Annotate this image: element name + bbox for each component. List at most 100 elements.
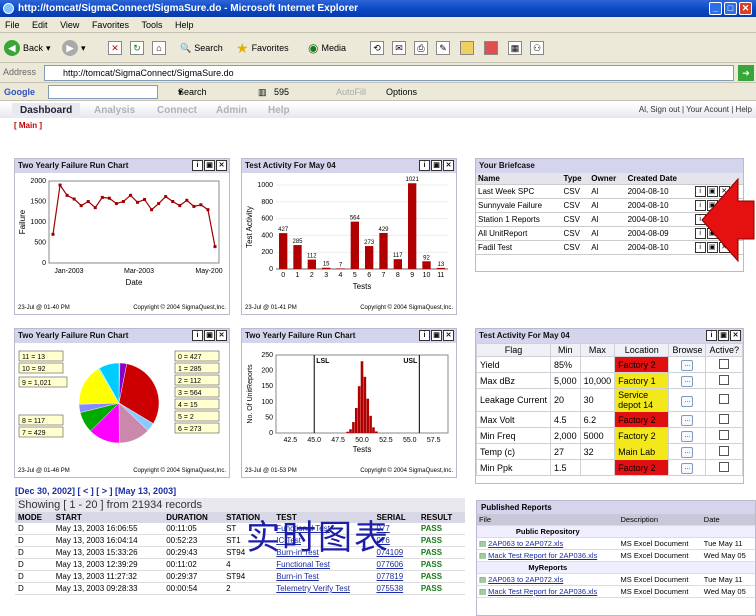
folder-button[interactable]: [460, 39, 474, 57]
google-search-input[interactable]: [48, 85, 158, 99]
slice-label: 5 = 2: [178, 414, 194, 421]
close-window-button[interactable]: ✕: [739, 2, 752, 15]
menu-favorites[interactable]: Favorites: [92, 20, 129, 30]
y-tick-label: 250: [261, 352, 273, 359]
edit-icon[interactable]: ▣: [204, 160, 215, 171]
report-description: MS Excel Document: [618, 549, 702, 562]
report-file-link[interactable]: Mack Test Report for 2AP036.xls: [488, 551, 597, 560]
serial-link[interactable]: 077819: [373, 570, 418, 583]
active-checkbox[interactable]: [719, 461, 730, 472]
info-icon[interactable]: i: [192, 330, 203, 341]
mail-button[interactable]: ✉: [392, 39, 406, 57]
serial-link[interactable]: 077606: [373, 558, 418, 571]
discuss-button[interactable]: ▦: [508, 39, 522, 57]
edit-icon[interactable]: ▣: [431, 330, 442, 341]
slice-label: 3 = 564: [178, 390, 202, 397]
excel-file-icon: ▤: [479, 587, 489, 596]
minimize-button[interactable]: _: [709, 2, 722, 15]
history-button[interactable]: ⟲: [370, 39, 384, 57]
menu-bar: File Edit View Favorites Tools Help: [0, 17, 756, 33]
active-checkbox[interactable]: [719, 358, 730, 369]
search-button[interactable]: 🔍 Search: [180, 39, 223, 57]
active-checkbox[interactable]: [719, 394, 730, 404]
report-file-link[interactable]: 2AP063 to 2AP072.xls: [488, 539, 563, 548]
data-point: [107, 196, 111, 200]
print-button[interactable]: ⎙: [414, 39, 428, 57]
test-link[interactable]: Telemetry Verify Test: [273, 582, 374, 595]
browse-button[interactable]: …: [681, 376, 694, 387]
flag-min: 5,000: [550, 372, 581, 389]
report-file-link[interactable]: Mack Test Report for 2AP036.xls: [488, 587, 597, 596]
data-point: [79, 204, 83, 208]
mail-icon: ✉: [392, 41, 406, 55]
browse-button[interactable]: …: [681, 463, 694, 474]
serial-link[interactable]: 075538: [373, 582, 418, 595]
report-row: ▤ Mack Test Report for 2AP036.xls MS Exce…: [477, 585, 755, 598]
active-checkbox[interactable]: [719, 445, 730, 456]
active-checkbox[interactable]: [719, 413, 730, 424]
data-point: [100, 195, 104, 199]
record-cell: 00:52:23: [163, 534, 224, 547]
test-link[interactable]: Burn-in Test: [273, 570, 374, 583]
browse-button[interactable]: …: [681, 431, 694, 442]
y-tick-label: 400: [261, 232, 273, 239]
tab-admin[interactable]: Admin: [208, 103, 255, 118]
record-cell: D: [15, 523, 53, 535]
user-links[interactable]: Al, Sign out | Your Acount | Help: [639, 105, 752, 114]
research-button[interactable]: ⚇: [530, 39, 544, 57]
edit-icon[interactable]: ▣: [718, 330, 729, 341]
close-icon[interactable]: ✕: [443, 160, 454, 171]
go-button[interactable]: ➜: [738, 65, 754, 81]
active-checkbox[interactable]: [719, 429, 730, 440]
y-tick-label: 200: [261, 368, 273, 375]
info-icon[interactable]: i: [706, 330, 717, 341]
browse-button[interactable]: …: [681, 447, 694, 458]
test-link[interactable]: Functional Test: [273, 558, 374, 571]
y-tick-label: 600: [261, 216, 273, 223]
back-button[interactable]: ◀ Back ▾: [4, 39, 51, 57]
menu-edit[interactable]: Edit: [32, 20, 48, 30]
forward-button[interactable]: ▶ ▾: [62, 39, 86, 57]
tab-connect[interactable]: Connect: [149, 103, 205, 118]
media-button[interactable]: ◉ Media: [308, 39, 346, 57]
info-icon[interactable]: i: [419, 160, 430, 171]
result-status: PASS: [417, 582, 465, 595]
record-cell: ST94: [223, 570, 274, 583]
edit-button[interactable]: ✎: [436, 39, 450, 57]
stop-button[interactable]: ✕: [108, 39, 122, 57]
menu-file[interactable]: File: [5, 20, 20, 30]
address-input[interactable]: http://tomcat/SigmaConnect/SigmaSure.do: [44, 65, 734, 81]
menu-view[interactable]: View: [60, 20, 79, 30]
browse-button[interactable]: …: [681, 395, 694, 407]
info-icon[interactable]: i: [419, 330, 430, 341]
menu-help[interactable]: Help: [175, 20, 194, 30]
maximize-button[interactable]: □: [724, 2, 737, 15]
close-icon[interactable]: ✕: [216, 160, 227, 171]
edit-icon[interactable]: ▣: [431, 160, 442, 171]
menu-tools[interactable]: Tools: [141, 20, 162, 30]
favorites-button[interactable]: ★ Favorites: [236, 39, 289, 57]
close-icon[interactable]: ✕: [216, 330, 227, 341]
overlay-caption: 实时图表: [246, 518, 390, 558]
refresh-button[interactable]: ↻: [130, 39, 144, 57]
browse-button[interactable]: …: [681, 360, 694, 371]
records-date-nav[interactable]: [Dec 30, 2002] [ < ] [ > ] [May 13, 2003…: [15, 486, 465, 496]
report-file-link[interactable]: 2AP063 to 2AP072.xls: [488, 575, 563, 584]
browse-button[interactable]: …: [681, 415, 694, 426]
briefcase-cell: 2004-08-10: [625, 198, 693, 213]
active-checkbox[interactable]: [719, 374, 730, 385]
tab-help[interactable]: Help: [260, 103, 298, 118]
search-web-button[interactable]: Search Web ▾: [178, 83, 207, 115]
tab-analysis[interactable]: Analysis: [86, 103, 143, 118]
record-cell: 00:00:54: [163, 582, 224, 595]
subnav-main[interactable]: [ Main ]: [14, 121, 42, 130]
tab-dashboard[interactable]: Dashboard: [12, 103, 81, 118]
edit-icon[interactable]: ▣: [204, 330, 215, 341]
info-icon[interactable]: i: [192, 160, 203, 171]
close-icon[interactable]: ✕: [730, 330, 741, 341]
result-status: PASS: [417, 570, 465, 583]
home-button[interactable]: ⌂: [152, 39, 166, 57]
flag-flag: Min Freq: [475, 427, 552, 444]
messenger-button[interactable]: [484, 39, 498, 57]
close-icon[interactable]: ✕: [443, 330, 454, 341]
